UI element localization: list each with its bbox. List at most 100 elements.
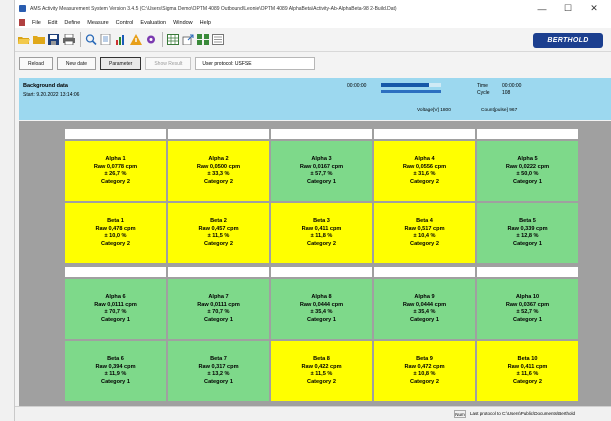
close-icon[interactable]: ✕ xyxy=(579,0,609,17)
uncertainty: ± 10,8 % xyxy=(413,371,436,377)
alpha-cell[interactable]: Alpha 5 Raw 0,0222 cpm ± 50,0 % Category 1 xyxy=(477,139,578,201)
category-label: Category 1 xyxy=(513,178,542,185)
table-icon[interactable] xyxy=(166,33,179,47)
uncertainty: ± 50,0 % xyxy=(516,171,539,177)
uncertainty: ± 31,6 % xyxy=(413,171,436,177)
settings-icon[interactable] xyxy=(144,33,157,47)
menu-file[interactable]: File xyxy=(32,20,41,26)
beta-cell[interactable]: Beta 10 Raw 0,411 cpm ± 11,6 % Category 2 xyxy=(477,339,578,401)
alpha-cell[interactable]: Alpha 6 Raw 0,0111 cpm ± 70,7 % Category 1 xyxy=(65,277,166,339)
menu-define[interactable]: Define xyxy=(64,20,80,26)
detector-card[interactable]: Alpha 6 Raw 0,0111 cpm ± 70,7 % Category 1B… xyxy=(65,267,166,401)
raw-rate: Raw 0,339 cpm xyxy=(507,225,548,232)
detector-card[interactable]: Alpha 9 Raw 0,0444 cpm ± 35,4 % Category 1B… xyxy=(374,267,475,401)
menu-evaluation[interactable]: Evaluation xyxy=(140,20,166,26)
channel-name: Beta 1 xyxy=(107,218,124,224)
alpha-cell[interactable]: Alpha 7 Raw 0,0111 cpm ± 70,7 % Category 1 xyxy=(168,277,269,339)
detector-card[interactable]: Alpha 4 Raw 0,0556 cpm ± 31,6 % Category 2B… xyxy=(374,129,475,263)
category-label: Category 1 xyxy=(307,316,336,323)
grid-icon[interactable] xyxy=(196,33,209,47)
raw-rate: Raw 0,0778 cpm xyxy=(93,163,138,170)
chart-icon[interactable] xyxy=(114,33,127,47)
alert-icon[interactable] xyxy=(129,33,142,47)
detector-card[interactable]: Alpha 8 Raw 0,0444 cpm ± 35,4 % Category 1B… xyxy=(271,267,372,401)
category-label: Category 1 xyxy=(513,316,542,323)
uncertainty: ± 70,7 % xyxy=(104,309,127,315)
count-readout: Count[pulse] 967 xyxy=(481,108,518,113)
channel-name: Beta 7 xyxy=(210,356,227,362)
detector-card-header xyxy=(65,267,166,277)
category-label: Category 2 xyxy=(307,240,336,247)
uncertainty: ± 26,7 % xyxy=(104,171,127,177)
parameter-button[interactable]: Parameter xyxy=(99,57,142,70)
category-label: Category 2 xyxy=(513,378,542,385)
menu-measure[interactable]: Measure xyxy=(87,20,108,26)
channel-name: Alpha 1 xyxy=(105,156,126,162)
raw-rate: Raw 0,411 cpm xyxy=(301,225,342,232)
save-icon[interactable] xyxy=(47,33,60,47)
category-label: Category 1 xyxy=(204,378,233,385)
channel-name: Alpha 3 xyxy=(311,156,332,162)
detector-card[interactable]: Alpha 3 Raw 0,0167 cpm ± 57,7 % Category 1B… xyxy=(271,129,372,263)
detector-card[interactable]: Alpha 1 Raw 0,0778 cpm ± 26,7 % Category 2B… xyxy=(65,129,166,263)
menu-edit[interactable]: Edit xyxy=(48,20,57,26)
beta-cell[interactable]: Beta 2 Raw 0,457 cpm ± 11,5 % Category 2 xyxy=(168,201,269,263)
uncertainty: ± 11,6 % xyxy=(516,371,539,377)
uncertainty: ± 11,8 % xyxy=(310,233,333,239)
menu-help[interactable]: Help xyxy=(200,20,211,26)
beta-cell[interactable]: Beta 6 Raw 0,394 cpm ± 11,9 % Category 1 xyxy=(65,339,166,401)
reload-button[interactable]: Reload xyxy=(19,57,53,70)
category-label: Category 2 xyxy=(410,178,439,185)
uncertainty: ± 11,5 % xyxy=(207,233,230,239)
beta-cell[interactable]: Beta 3 Raw 0,411 cpm ± 11,8 % Category 2 xyxy=(271,201,372,263)
menu-control[interactable]: Control xyxy=(116,20,134,26)
beta-cell[interactable]: Beta 5 Raw 0,339 cpm ± 12,8 % Category 1 xyxy=(477,201,578,263)
raw-rate: Raw 0,422 cpm xyxy=(301,363,342,370)
detector-card[interactable]: Alpha 7 Raw 0,0111 cpm ± 70,7 % Category 1B… xyxy=(168,267,269,401)
channel-name: Alpha 9 xyxy=(414,294,435,300)
folder-icon[interactable] xyxy=(32,33,45,47)
alpha-cell[interactable]: Alpha 2 Raw 0,0500 cpm ± 33,3 % Category 2 xyxy=(168,139,269,201)
list-icon[interactable] xyxy=(211,33,224,47)
beta-cell[interactable]: Beta 8 Raw 0,422 cpm ± 11,5 % Category 2 xyxy=(271,339,372,401)
detector-card-header xyxy=(168,267,269,277)
category-label: Category 2 xyxy=(410,378,439,385)
report-icon[interactable] xyxy=(99,33,112,47)
alpha-cell[interactable]: Alpha 4 Raw 0,0556 cpm ± 31,6 % Category 2 xyxy=(374,139,475,201)
beta-cell[interactable]: Beta 7 Raw 0,317 cpm ± 13,2 % Category 1 xyxy=(168,339,269,401)
beta-cell[interactable]: Beta 1 Raw 0,478 cpm ± 10,0 % Category 2 xyxy=(65,201,166,263)
category-label: Category 2 xyxy=(101,240,130,247)
category-label: Category 1 xyxy=(101,316,130,323)
user-protocol-field[interactable]: User protocol: USFSE xyxy=(195,57,316,70)
progress-fill xyxy=(381,83,429,87)
elapsed-time: 00:00:00 xyxy=(347,83,367,89)
alpha-cell[interactable]: Alpha 8 Raw 0,0444 cpm ± 35,4 % Category 1 xyxy=(271,277,372,339)
export-icon[interactable] xyxy=(181,33,194,47)
uncertainty: ± 57,7 % xyxy=(310,171,333,177)
show-result-button[interactable]: Show Result xyxy=(145,57,192,70)
detector-card[interactable]: Alpha 5 Raw 0,0222 cpm ± 50,0 % Category 1B… xyxy=(477,129,578,263)
measurement-status-panel: Background data Start: 9.20.2022 13:14:0… xyxy=(19,78,611,120)
alpha-cell[interactable]: Alpha 10 Raw 0,0367 cpm ± 52,7 % Category 1 xyxy=(477,277,578,339)
channel-name: Beta 3 xyxy=(313,218,330,224)
beta-cell[interactable]: Beta 4 Raw 0,517 cpm ± 10,4 % Category 2 xyxy=(374,201,475,263)
category-label: Category 2 xyxy=(204,240,233,247)
beta-cell[interactable]: Beta 9 Raw 0,472 cpm ± 10,8 % Category 2 xyxy=(374,339,475,401)
category-label: Category 2 xyxy=(101,178,130,185)
alpha-cell[interactable]: Alpha 9 Raw 0,0444 cpm ± 35,4 % Category 1 xyxy=(374,277,475,339)
category-label: Category 1 xyxy=(513,240,542,247)
desktop-strip xyxy=(0,0,14,421)
detector-card[interactable]: Alpha 2 Raw 0,0500 cpm ± 33,3 % Category 2B… xyxy=(168,129,269,263)
detector-card[interactable]: Alpha 10 Raw 0,0367 cpm ± 52,7 % Category 1… xyxy=(477,267,578,401)
new-date-button[interactable]: New date xyxy=(56,57,96,70)
category-label: Category 1 xyxy=(307,178,336,185)
print-icon[interactable] xyxy=(62,33,75,47)
channel-name: Beta 5 xyxy=(519,218,536,224)
search-icon[interactable] xyxy=(84,33,97,47)
raw-rate: Raw 0,317 cpm xyxy=(198,363,239,370)
menu-window[interactable]: Window xyxy=(173,20,193,26)
alpha-cell[interactable]: Alpha 3 Raw 0,0167 cpm ± 57,7 % Category 1 xyxy=(271,139,372,201)
open-folder-icon[interactable] xyxy=(17,33,30,47)
alpha-cell[interactable]: Alpha 1 Raw 0,0778 cpm ± 26,7 % Category 2 xyxy=(65,139,166,201)
toolbar-separator xyxy=(80,32,81,47)
